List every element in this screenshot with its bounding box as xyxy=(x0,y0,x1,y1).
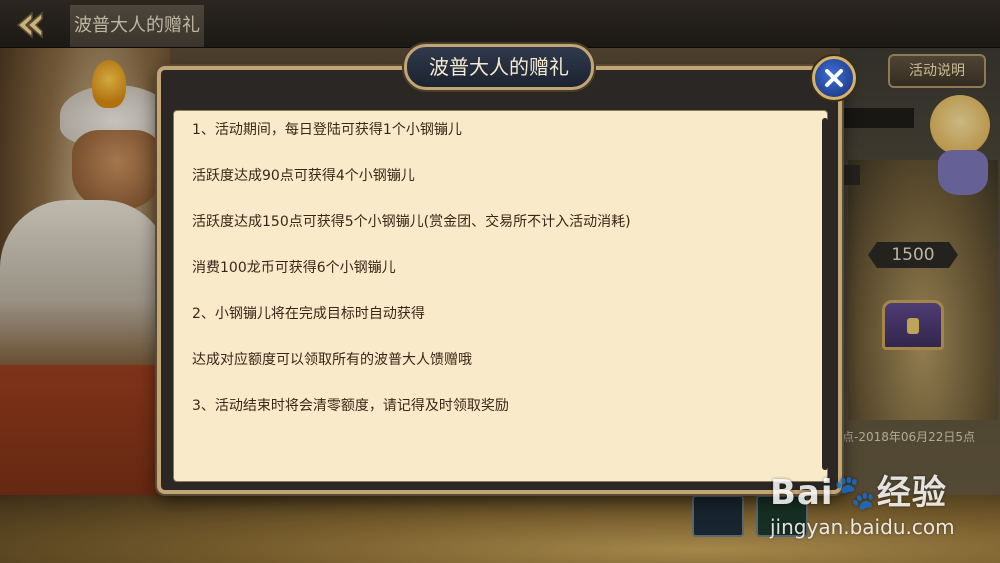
close-button[interactable] xyxy=(812,56,856,100)
rules-dialog: 1、活动期间，每日登陆可获得1个小钢镚儿 活跃度达成90点可获得4个小钢镚儿 活… xyxy=(157,66,842,494)
back-arrow-icon xyxy=(16,11,43,39)
rule-item: 2、小钢镚儿将在完成目标时自动获得 xyxy=(192,306,425,322)
dialog-title: 波普大人的赠礼 xyxy=(404,44,594,90)
rule-item: 达成对应额度可以领取所有的波普大人馈赠哦 xyxy=(192,352,472,368)
rule-item: 活跃度达成90点可获得4个小钢镚儿 xyxy=(192,168,415,184)
baidu-watermark: Bai🐾经验 jingyan.baidu.com xyxy=(770,465,1000,555)
rule-item: 3、活动结束时将会清零额度，请记得及时领取奖励 xyxy=(192,398,509,414)
watermark-url: jingyan.baidu.com xyxy=(770,515,955,539)
back-button[interactable] xyxy=(12,8,52,42)
rules-content-panel: 1、活动期间，每日登陆可获得1个小钢镚儿 活跃度达成90点可获得4个小钢镚儿 活… xyxy=(173,110,828,482)
rule-item: 1、活动期间，每日登陆可获得1个小钢镚儿 xyxy=(192,122,462,138)
close-icon xyxy=(825,69,843,87)
rule-item: 消费100龙币可获得6个小钢镚儿 xyxy=(192,260,396,276)
event-info-button[interactable]: 活动说明 xyxy=(888,54,986,88)
game-screen: 1500 点-2018年06月22日5点 波普大人的赠礼 活动说明 1、活动期间… xyxy=(0,0,1000,563)
watermark-logo: Bai🐾经验 xyxy=(770,473,947,513)
rule-item: 活跃度达成150点可获得5个小钢镚儿(赏金团、交易所不计入活动消耗) xyxy=(192,214,631,230)
rules-list: 1、活动期间，每日登陆可获得1个小钢镚儿 活跃度达成90点可获得4个小钢镚儿 活… xyxy=(192,119,812,441)
rules-scrollbar[interactable] xyxy=(822,118,828,470)
top-bar: 波普大人的赠礼 xyxy=(0,0,1000,48)
page-title: 波普大人的赠礼 xyxy=(70,5,204,47)
